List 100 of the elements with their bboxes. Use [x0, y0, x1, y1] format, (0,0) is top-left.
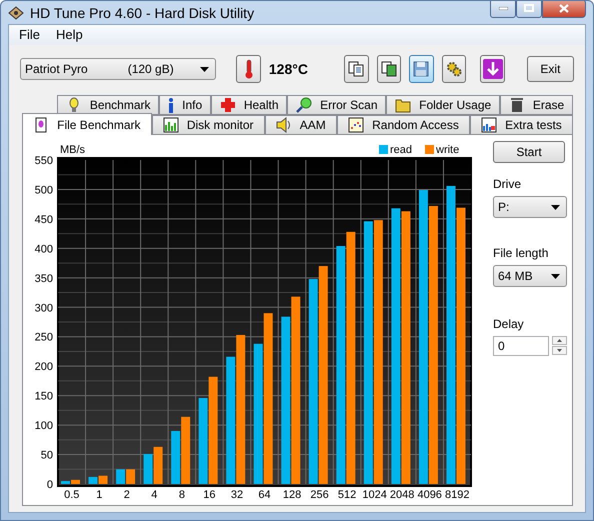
speaker-icon	[276, 117, 292, 133]
axis-tick-label: 4	[151, 489, 158, 501]
minimize-icon	[498, 6, 508, 10]
tab[interactable]: Disk monitor	[152, 115, 265, 135]
tab-label: Extra tests	[505, 118, 562, 132]
tab-label: Health	[244, 98, 278, 112]
spin-down-button[interactable]	[552, 346, 567, 355]
tab[interactable]: File Benchmark	[22, 113, 152, 135]
magnifier-icon	[296, 97, 312, 113]
axis-tick-label: 50	[40, 450, 53, 462]
legend-swatch	[379, 145, 388, 154]
axis-tick-label: 300	[34, 302, 53, 314]
axis-tick-label: 256	[310, 489, 329, 501]
axis-tick-label: 4096	[417, 489, 442, 501]
axis-tick-label: 200	[34, 361, 53, 374]
document-icon	[33, 116, 50, 132]
tab-label: AAM	[300, 118, 326, 132]
window-title: HD Tune Pro 4.60 - Hard Disk Utility	[30, 4, 256, 20]
cross-icon	[220, 97, 236, 113]
copy-text-button[interactable]	[344, 55, 369, 83]
axis-tick-label: 550	[34, 155, 53, 167]
caret-icon	[200, 66, 210, 72]
axis-tick-label: 150	[34, 390, 53, 403]
folder-icon	[395, 97, 412, 113]
axis-tick-label: 2048	[390, 489, 414, 501]
field-label: Drive	[493, 177, 522, 191]
field-label: File length	[493, 246, 550, 260]
axis-tick-label: 350	[34, 272, 53, 285]
tab[interactable]: Folder Usage	[386, 95, 500, 115]
options-button[interactable]	[442, 55, 466, 83]
up-caret-icon	[557, 339, 562, 342]
bar	[126, 469, 136, 484]
axis-tick-label: 128	[282, 489, 302, 501]
info-icon	[168, 97, 174, 113]
tab-label: Erase	[532, 98, 564, 112]
temperature-button[interactable]	[236, 55, 261, 83]
download-button[interactable]	[480, 55, 505, 83]
caret-icon	[551, 274, 560, 278]
scatter-plot-icon	[348, 117, 364, 133]
tab[interactable]: Error Scan	[287, 95, 386, 115]
start-button[interactable]: Start	[493, 141, 565, 163]
maximize-icon	[524, 4, 534, 12]
drive-letter-dropdown[interactable]: P:	[493, 196, 567, 218]
tab[interactable]: Health	[211, 95, 288, 115]
copy-screenshot-button[interactable]	[376, 55, 402, 83]
close-button[interactable]	[542, 1, 586, 18]
legend-swatch	[425, 145, 434, 154]
documents-icon	[348, 61, 364, 77]
legend-label: read	[390, 144, 412, 156]
trash-icon	[508, 97, 525, 113]
save-button[interactable]	[409, 55, 434, 83]
bar	[154, 446, 163, 484]
drive-dropdown[interactable]: Patriot Pyro (120 gB)	[20, 58, 216, 80]
axis-tick-label: 8192	[445, 489, 470, 501]
tab[interactable]: Benchmark	[57, 95, 160, 115]
bar	[181, 416, 190, 484]
thermometer-icon	[244, 59, 254, 79]
field-label: Delay	[493, 317, 525, 331]
tab-label: Folder Usage	[419, 98, 492, 112]
menu-item[interactable]: File	[13, 27, 46, 43]
tab[interactable]: Random Access	[336, 115, 470, 135]
tab-label: Info	[182, 98, 202, 112]
documents-icon	[380, 61, 397, 77]
axis-tick-label: 1024	[362, 489, 387, 501]
delay-field[interactable]: 0	[493, 336, 549, 356]
axis-tick-label: 250	[34, 332, 53, 344]
temperature-reading: 128°C	[268, 61, 308, 77]
tab[interactable]: AAM	[264, 115, 337, 135]
spin-up-button[interactable]	[552, 336, 567, 345]
axis-tick-label: 0.5	[64, 489, 80, 501]
axis-tick-label: 400	[34, 243, 53, 256]
axis-tick-label: 16	[203, 489, 216, 501]
tab-label: Random Access	[372, 118, 459, 132]
caret-icon	[551, 204, 560, 210]
axis-label: MB/s	[60, 144, 86, 156]
gears-icon	[446, 61, 462, 77]
tab-label: File Benchmark	[57, 118, 141, 132]
minimize-button[interactable]	[490, 1, 516, 18]
file-length-dropdown[interactable]: 64 MB	[493, 265, 567, 287]
axis-tick-label: 0	[46, 479, 53, 491]
down-caret-icon	[557, 349, 562, 352]
axis-tick-label: 100	[34, 420, 53, 432]
legend-label: write	[436, 144, 460, 156]
bar-graph-icon	[162, 117, 179, 133]
axis-tick-label: 450	[34, 214, 53, 226]
menu-item[interactable]: Help	[50, 27, 89, 43]
axis-tick-label: 64	[258, 489, 271, 501]
maximize-button[interactable]	[516, 1, 542, 18]
close-icon	[559, 4, 569, 12]
axis-tick-label: 1	[96, 489, 102, 501]
tab[interactable]: Erase	[500, 95, 574, 115]
tab[interactable]: Extra tests	[470, 115, 573, 135]
axis-tick-label: 500	[34, 184, 53, 196]
grid-chart-icon	[481, 117, 498, 133]
tab-label: Benchmark	[90, 98, 151, 112]
exit-button[interactable]: Exit	[526, 56, 574, 82]
tab-label: Error Scan	[320, 98, 378, 112]
tab[interactable]: Info	[159, 95, 211, 115]
axis-tick-label: 8	[178, 489, 185, 501]
bar	[171, 430, 180, 484]
